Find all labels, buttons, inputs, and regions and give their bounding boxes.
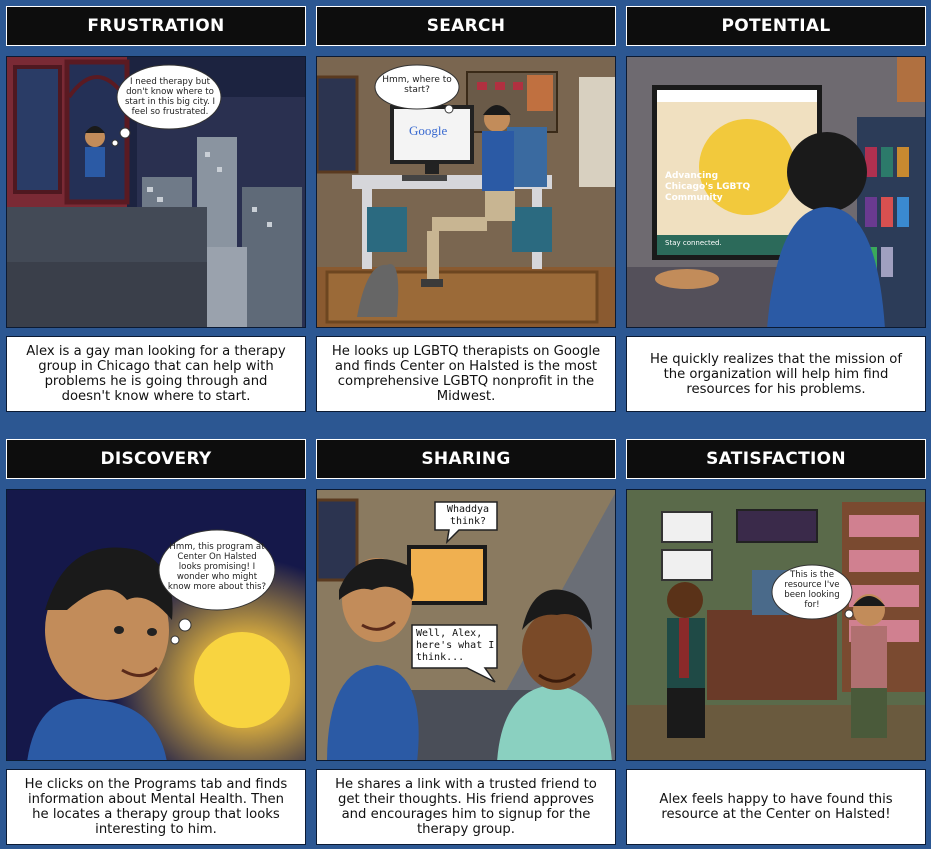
- website-footer: Stay connected.: [665, 239, 722, 247]
- thought-bubble: I need therapy but don't know where to s…: [124, 77, 216, 117]
- scene-search: Hmm, where to start? Google: [316, 56, 616, 328]
- therapy-office-illustration: [627, 490, 925, 760]
- scene-satisfaction: This is the resource I've been looking f…: [626, 489, 926, 761]
- storyboard: FRUSTRATION I need therapy but don't kno…: [0, 0, 931, 849]
- panel-title: DISCOVERY: [6, 439, 306, 479]
- thought-bubble: Hmm, this program at Center On Halsted l…: [167, 542, 267, 592]
- panel-title: SHARING: [316, 439, 616, 479]
- panel-caption: Alex is a gay man looking for a therapy …: [6, 336, 306, 412]
- panel-title: FRUSTRATION: [6, 6, 306, 46]
- scene-potential: Advancing Chicago's LGBTQ Community Stay…: [626, 56, 926, 328]
- speech-bubble-friend: Well, Alex, here's what I think...: [416, 628, 495, 663]
- panel-title: SATISFACTION: [626, 439, 926, 479]
- thought-bubble: This is the resource I've been looking f…: [784, 570, 840, 610]
- scene-sharing: Whaddya think? Well, Alex, here's what I…: [316, 489, 616, 761]
- close-up-illustration: [7, 490, 305, 760]
- panel-title: SEARCH: [316, 6, 616, 46]
- thought-bubble: Hmm, where to start?: [382, 75, 452, 95]
- two-friends-illustration: [317, 490, 615, 760]
- panel-caption: He clicks on the Programs tab and finds …: [6, 769, 306, 845]
- scene-frustration: I need therapy but don't know where to s…: [6, 56, 306, 328]
- website-headline: Advancing Chicago's LGBTQ Community: [665, 171, 751, 203]
- google-logo: Google: [409, 123, 448, 138]
- office-desk-illustration: [317, 57, 615, 327]
- panel-caption: He looks up LGBTQ therapists on Google a…: [316, 336, 616, 412]
- panel-caption: He shares a link with a trusted friend t…: [316, 769, 616, 845]
- panel-caption: He quickly realizes that the mission of …: [626, 336, 926, 412]
- scene-discovery: Hmm, this program at Center On Halsted l…: [6, 489, 306, 761]
- panel-caption: Alex feels happy to have found this reso…: [626, 769, 926, 845]
- panel-title: POTENTIAL: [626, 6, 926, 46]
- speech-bubble-alex: Whaddya think?: [446, 504, 490, 527]
